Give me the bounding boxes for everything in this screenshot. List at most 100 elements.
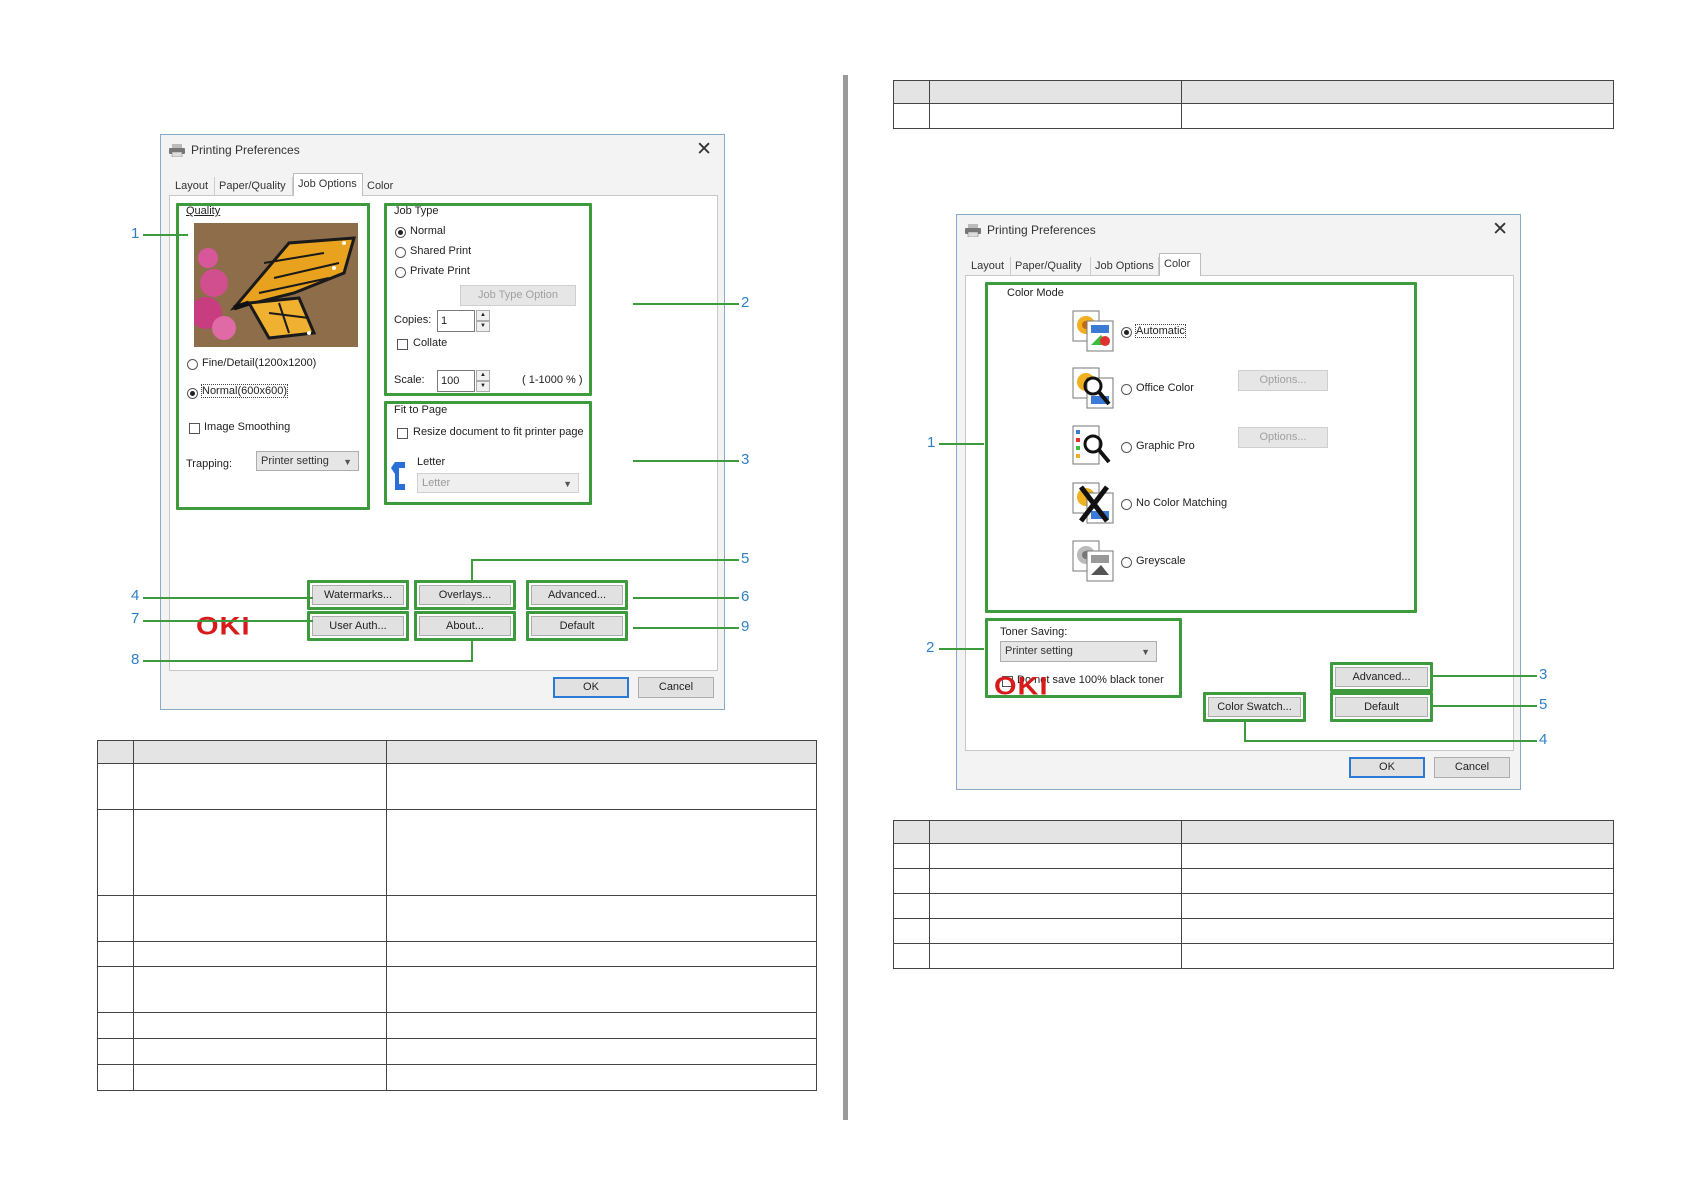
color-graphic-pro-label: Graphic Pro <box>1136 440 1195 452</box>
image-smoothing-checkbox[interactable] <box>189 423 200 434</box>
graphic-pro-icon <box>1072 425 1111 465</box>
tab-panel: Quality Fine/Detail(1200x1200) Normal(60… <box>169 195 718 671</box>
copies-input[interactable]: 1 <box>437 310 475 332</box>
callout-line-5a <box>471 560 473 580</box>
callout-line-5 <box>1433 705 1537 707</box>
table-row <box>893 893 1614 919</box>
quality-fine-radio[interactable] <box>187 359 198 370</box>
job-type-option-button[interactable]: Job Type Option <box>460 285 576 306</box>
color-office-radio[interactable] <box>1121 384 1132 395</box>
callout-1: 1 <box>927 434 936 451</box>
job-type-shared-label: Shared Print <box>410 245 472 257</box>
quality-fine-label: Fine/Detail(1200x1200) <box>202 357 317 369</box>
oki-logo: OKI <box>196 613 251 641</box>
page-orientation-icon <box>391 462 405 490</box>
color-graphic-pro-radio[interactable] <box>1121 442 1132 453</box>
tab-paper-quality[interactable]: Paper/Quality <box>1011 257 1091 275</box>
cancel-button[interactable]: Cancel <box>638 677 714 698</box>
callout-4: 4 <box>1539 731 1548 748</box>
tab-layout[interactable]: Layout <box>967 257 1011 275</box>
callout-2: 2 <box>741 294 750 311</box>
color-automatic-label: Automatic <box>1135 324 1186 338</box>
callout-line-9 <box>633 627 739 629</box>
tab-panel: Color Mode Automatic Office Color Option… <box>965 275 1514 751</box>
right-description-table <box>893 820 1614 969</box>
scale-range-text: ( 1-1000 % ) <box>522 374 583 386</box>
job-type-label: Job Type <box>394 205 439 217</box>
table-row <box>97 966 817 1013</box>
paper-size-select[interactable]: Letter ▼ <box>417 473 579 493</box>
image-smoothing-label: Image Smoothing <box>204 421 291 433</box>
resize-document-checkbox[interactable] <box>397 428 408 439</box>
watermarks-button[interactable]: Watermarks... <box>312 585 404 605</box>
copies-label: Copies: <box>394 314 432 326</box>
table-row <box>893 868 1614 894</box>
callout-line-2 <box>633 303 739 305</box>
callout-7: 7 <box>131 610 140 627</box>
table-row <box>97 941 817 967</box>
job-type-normal-radio[interactable] <box>395 227 406 238</box>
close-icon[interactable]: ✕ <box>696 138 712 161</box>
close-icon[interactable]: ✕ <box>1492 218 1508 241</box>
office-color-options-button[interactable]: Options... <box>1238 370 1328 391</box>
callout-line-8a <box>471 640 473 661</box>
cancel-button[interactable]: Cancel <box>1434 757 1510 778</box>
quality-normal-label: Normal(600x600) <box>201 384 288 398</box>
no-color-matching-icon <box>1072 482 1114 524</box>
about-button[interactable]: About... <box>419 616 511 636</box>
scale-down-icon[interactable]: ▼ <box>476 381 490 392</box>
tab-color[interactable]: Color <box>1159 253 1201 276</box>
ok-button[interactable]: OK <box>1349 757 1425 778</box>
default-button[interactable]: Default <box>1335 697 1428 717</box>
collate-checkbox[interactable] <box>397 339 408 350</box>
tab-job-options[interactable]: Job Options <box>293 173 363 196</box>
callout-line-7 <box>143 620 313 622</box>
butterfly-preview-image <box>194 223 358 347</box>
tab-paper-quality[interactable]: Paper/Quality <box>215 177 293 195</box>
printer-icon <box>169 144 185 157</box>
tab-job-options[interactable]: Job Options <box>1091 257 1159 275</box>
callout-line-4a <box>1244 722 1246 741</box>
job-type-shared-radio[interactable] <box>395 247 406 258</box>
dialog-title: Printing Preferences <box>987 223 1096 237</box>
collate-label: Collate <box>413 337 448 349</box>
color-automatic-radio[interactable] <box>1121 327 1132 338</box>
color-greyscale-radio[interactable] <box>1121 557 1132 568</box>
table-row <box>893 843 1614 869</box>
chevron-down-icon: ▼ <box>1141 647 1150 657</box>
scale-input[interactable]: 100 <box>437 370 475 392</box>
table-row <box>97 763 817 810</box>
table-header-row <box>893 820 1614 844</box>
advanced-button[interactable]: Advanced... <box>1335 667 1428 687</box>
scale-up-icon[interactable]: ▲ <box>476 370 490 381</box>
callout-6: 6 <box>741 588 750 605</box>
ok-button[interactable]: OK <box>553 677 629 698</box>
advanced-button[interactable]: Advanced... <box>531 585 623 605</box>
overlays-button[interactable]: Overlays... <box>419 585 511 605</box>
tab-layout[interactable]: Layout <box>171 177 215 195</box>
office-color-icon <box>1072 367 1114 409</box>
chevron-down-icon: ▼ <box>343 457 352 467</box>
table-row <box>97 1012 817 1039</box>
graphic-pro-options-button[interactable]: Options... <box>1238 427 1328 448</box>
quality-normal-radio[interactable] <box>187 388 198 399</box>
user-auth-button[interactable]: User Auth... <box>312 616 404 636</box>
color-mode-highlight <box>985 282 1417 613</box>
tab-color[interactable]: Color <box>363 177 399 195</box>
color-mode-label: Color Mode <box>1007 287 1064 299</box>
trapping-select[interactable]: Printer setting ▼ <box>256 451 359 471</box>
callout-line-8b <box>143 660 473 662</box>
right-top-table <box>893 80 1614 129</box>
callout-3: 3 <box>1539 666 1548 683</box>
color-no-matching-radio[interactable] <box>1121 499 1132 510</box>
copies-up-icon[interactable]: ▲ <box>476 310 490 321</box>
toner-saving-select[interactable]: Printer setting ▼ <box>1000 641 1157 662</box>
color-swatch-button[interactable]: Color Swatch... <box>1208 697 1301 717</box>
oki-logo: OKI <box>994 673 1049 701</box>
job-type-private-label: Private Print <box>410 265 470 277</box>
job-type-private-radio[interactable] <box>395 267 406 278</box>
copies-down-icon[interactable]: ▼ <box>476 321 490 332</box>
callout-line-3 <box>633 460 739 462</box>
table-row <box>893 918 1614 944</box>
default-button[interactable]: Default <box>531 616 623 636</box>
